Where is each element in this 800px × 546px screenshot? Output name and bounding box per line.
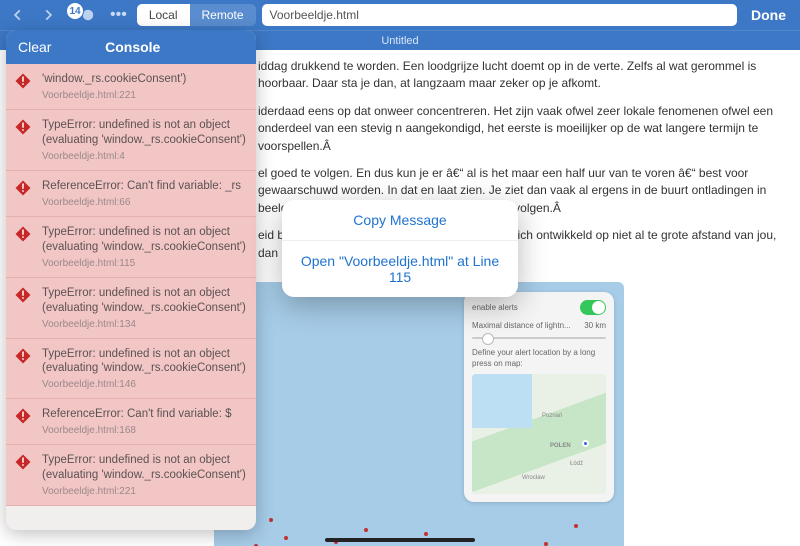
issues-badge[interactable]: 14 [66,2,84,20]
console-source: Voorbeeldje.html:168 [42,425,231,436]
max-distance-value: 30 km [584,320,606,332]
console-entry[interactable]: TypeError: undefined is not an object (e… [6,445,256,506]
console-title: Console [105,39,160,55]
console-message: TypeError: undefined is not an object (e… [42,286,246,316]
error-icon [14,72,34,101]
local-remote-segment: Local Remote [137,4,256,26]
enable-alerts-label: enable alerts [472,302,518,314]
map-label: Wrocław [522,474,545,483]
console-source: Voorbeeldje.html:4 [42,151,246,162]
document-title: Untitled [381,35,418,47]
map-label: Poznań [542,412,562,421]
console-message: TypeError: undefined is not an object (e… [42,118,246,148]
console-source: Voorbeeldje.html:146 [42,379,246,390]
article-paragraph: iderdaad eens op dat onweer concentreren… [258,103,786,155]
console-message: TypeError: undefined is not an object (e… [42,347,246,377]
console-header: Clear Console [6,30,256,64]
console-clear-button[interactable]: Clear [18,39,51,55]
alerts-panel: enable alerts Maximal distance of lightn… [464,292,614,502]
distance-slider[interactable] [472,337,606,339]
filename-field[interactable]: Voorbeeldje.html [262,4,737,26]
console-entry[interactable]: ReferenceError: Can't find variable: $ Vo… [6,399,256,445]
map-label: POLEN [550,442,571,451]
map-label: Łódź [570,460,583,469]
console-source: Voorbeeldje.html:221 [42,486,246,497]
console-message: 'window._rs.cookieConsent') [42,72,186,87]
mini-map[interactable]: Poznań POLEN Łódź Wrocław [472,374,606,494]
ctx-copy-message[interactable]: Copy Message [282,200,518,241]
article-paragraph: iddag drukkend te worden. Een loodgrijze… [258,58,786,93]
home-indicator [325,538,475,542]
console-source: Voorbeeldje.html:115 [42,258,246,269]
console-entry[interactable]: TypeError: undefined is not an object (e… [6,339,256,400]
top-toolbar: 14 ••• Local Remote Voorbeeldje.html Don… [0,0,800,30]
console-message: TypeError: undefined is not an object (e… [42,225,246,255]
map-user-location [582,440,589,447]
back-button[interactable] [6,3,30,27]
console-entry[interactable]: TypeError: undefined is not an object (e… [6,217,256,278]
error-icon [14,225,34,269]
console-popover: Clear Console 'window._rs.cookieConsent'… [6,30,256,530]
console-entry[interactable]: TypeError: undefined is not an object (e… [6,110,256,171]
console-source: Voorbeeldje.html:66 [42,197,241,208]
map-widget: enable alerts Maximal distance of lightn… [214,282,624,546]
error-icon [14,118,34,162]
error-icon [14,407,34,436]
console-source: Voorbeeldje.html:221 [42,90,186,101]
ctx-open-file[interactable]: Open "Voorbeeldje.html" at Line 115 [282,241,518,297]
console-message: ReferenceError: Can't find variable: _rs [42,179,241,194]
console-entry[interactable]: 'window._rs.cookieConsent') Voorbeeldje.h… [6,64,256,110]
max-distance-label: Maximal distance of lightn... [472,320,571,332]
done-button[interactable]: Done [743,7,794,23]
define-location-label: Define your alert location by a long pre… [472,347,606,370]
enable-alerts-toggle[interactable] [580,300,606,315]
console-list[interactable]: 'window._rs.cookieConsent') Voorbeeldje.h… [6,64,256,530]
segment-remote[interactable]: Remote [190,4,256,26]
forward-button[interactable] [36,3,60,27]
console-entry[interactable]: TypeError: undefined is not an object (e… [6,278,256,339]
error-icon [14,179,34,208]
console-entry[interactable]: ReferenceError: Can't find variable: _rs… [6,171,256,217]
error-icon [14,453,34,497]
more-icon[interactable]: ••• [106,6,131,24]
console-message: TypeError: undefined is not an object (e… [42,453,246,483]
error-icon [14,347,34,391]
context-menu: Copy Message Open "Voorbeeldje.html" at … [282,200,518,297]
console-source: Voorbeeldje.html:134 [42,319,246,330]
segment-local[interactable]: Local [137,4,190,26]
console-message: ReferenceError: Can't find variable: $ [42,407,231,422]
error-icon [14,286,34,330]
